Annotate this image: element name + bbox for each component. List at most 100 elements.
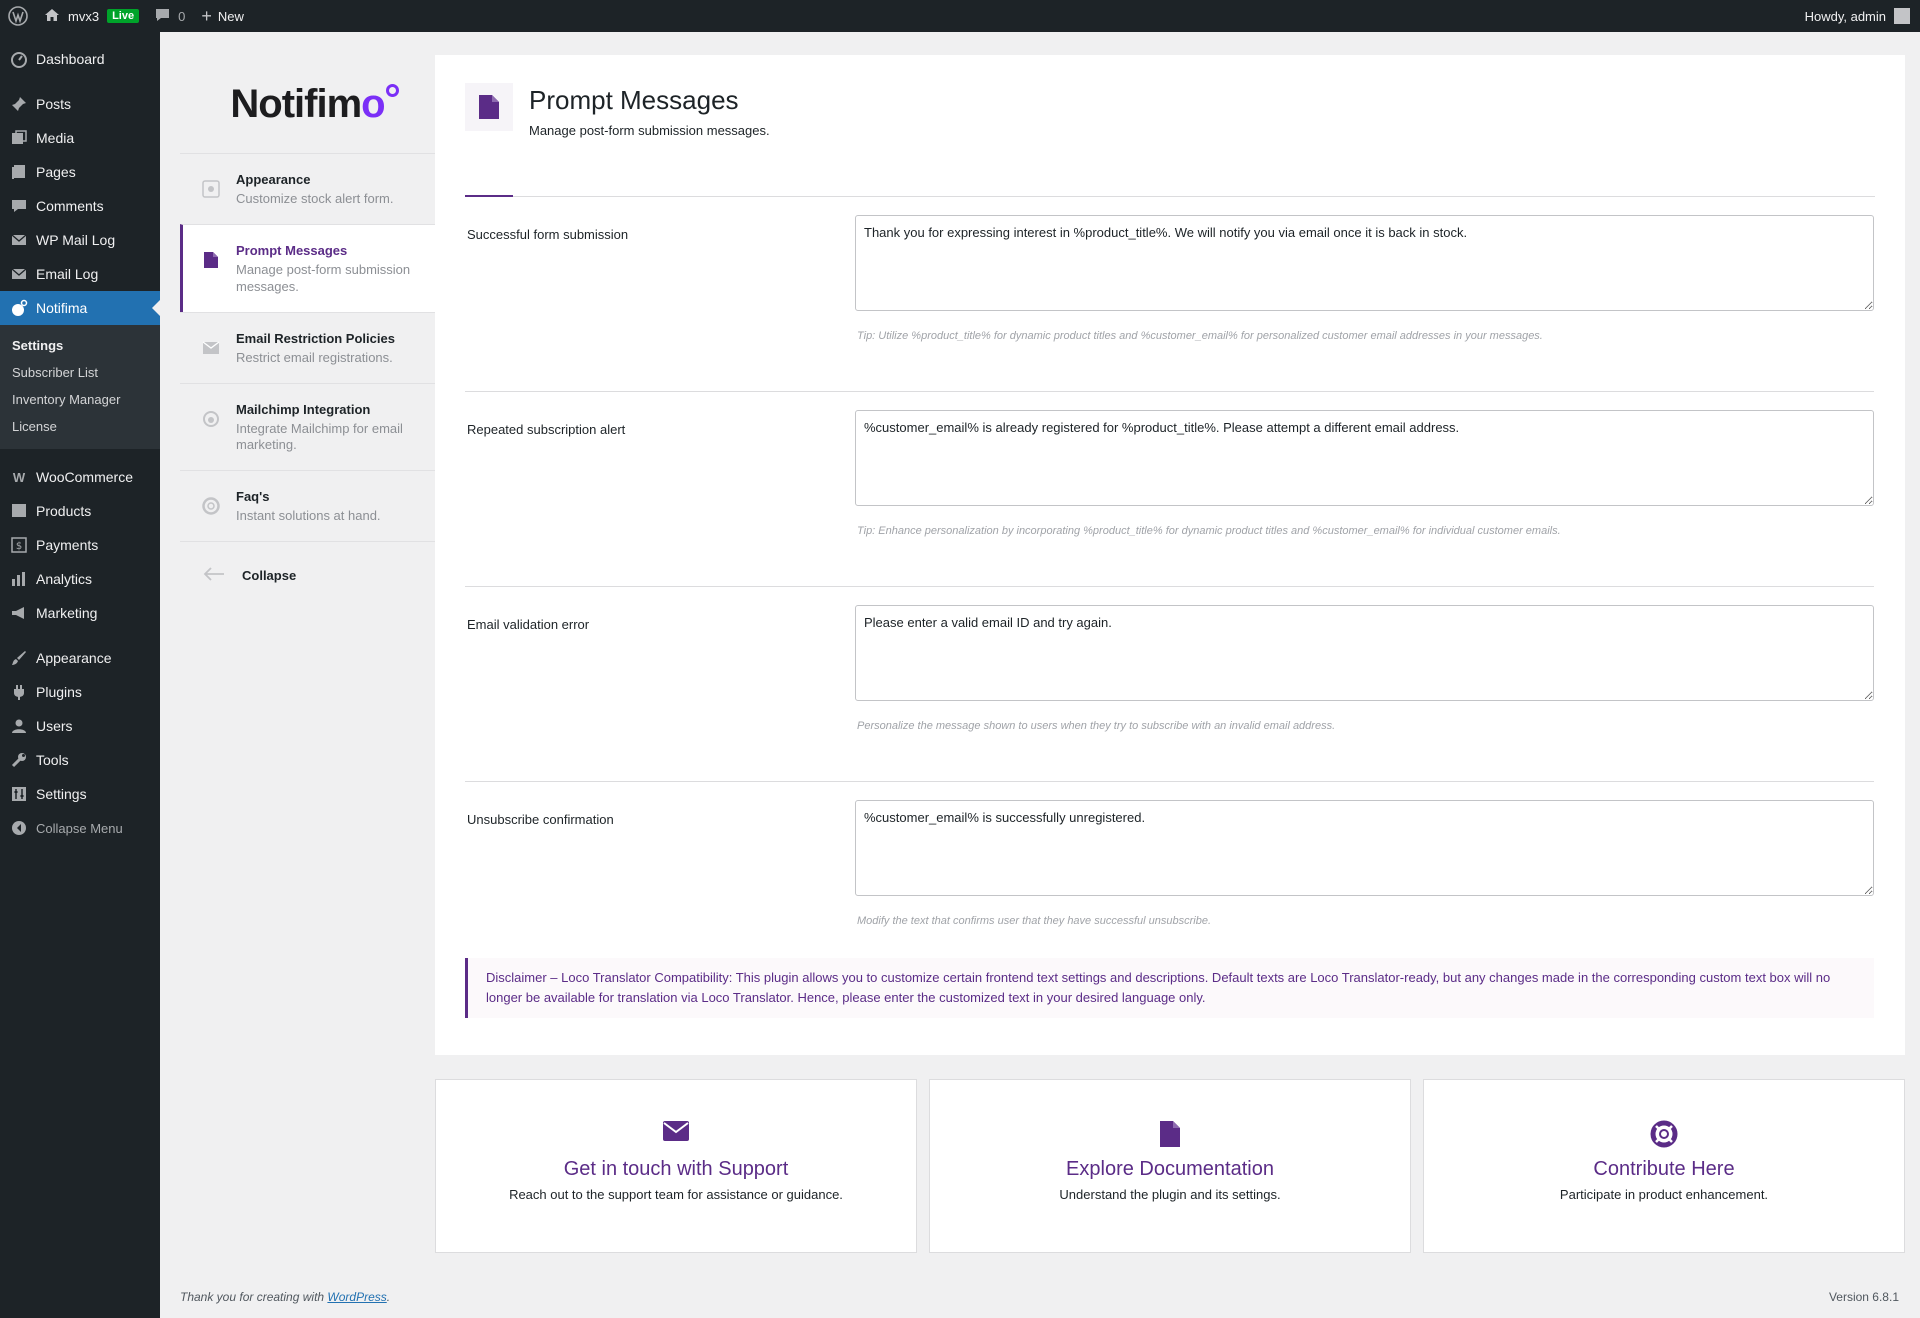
plugin-icon [10, 683, 28, 701]
field-label: Repeated subscription alert [467, 422, 626, 437]
sidebar-item-settings[interactable]: Settings [0, 777, 160, 811]
sidebar-item-posts[interactable]: Posts [0, 87, 160, 121]
settings-tab-title: Prompt Messages [236, 242, 348, 258]
footer-version: Version 6.8.1 [1828, 1290, 1899, 1304]
new-content-link[interactable]: + New [193, 0, 252, 32]
collapse-arrow-icon [10, 819, 28, 837]
wordpress-link[interactable]: WordPress [327, 1290, 386, 1304]
products-icon [10, 502, 28, 520]
sidebar-item-analytics[interactable]: Analytics [0, 562, 160, 596]
home-icon [44, 8, 60, 25]
field-tip: Tip: Enhance personalization by incorpor… [857, 525, 1561, 537]
email-validation-textarea[interactable]: Please enter a valid email ID and try ag… [855, 605, 1874, 701]
envelope-icon [202, 339, 220, 357]
field-row-validation: Email validation error Please enter a va… [465, 587, 1874, 782]
pin-icon [10, 95, 28, 113]
settings-nav-collapse-button[interactable]: Collapse [180, 541, 435, 608]
notifima-settings: Notifimo Appearance Customize stock aler… [180, 55, 1905, 1055]
settings-tab-email-restriction[interactable]: Email Restriction Policies Restrict emai… [180, 311, 435, 383]
sidebar-item-media[interactable]: Media [0, 121, 160, 155]
settings-nav: Notifimo Appearance Customize stock aler… [180, 55, 435, 1055]
card-title[interactable]: Contribute Here [1424, 1158, 1904, 1181]
sidebar-item-label: Posts [36, 96, 72, 112]
sidebar-item-appearance[interactable]: Appearance [0, 641, 160, 675]
footer-thanks: Thank you for creating with WordPress. [180, 1290, 390, 1304]
sidebar-item-plugins[interactable]: Plugins [0, 675, 160, 709]
repeated-subscription-textarea[interactable]: %customer_email% is already registered f… [855, 410, 1874, 506]
lifebuoy-icon [202, 497, 220, 516]
sidebar-item-woocommerce[interactable]: W WooCommerce [0, 460, 160, 494]
sidebar-item-label: Marketing [36, 605, 98, 621]
admin-sidebar: Dashboard Posts Media Pages Comments WP … [0, 32, 160, 1318]
settings-tab-appearance[interactable]: Appearance Customize stock alert form. [180, 153, 435, 224]
field-label: Successful form submission [467, 227, 629, 242]
settings-tab-mailchimp[interactable]: Mailchimp Integration Integrate Mailchim… [180, 382, 435, 471]
submenu-item-subscriber-list[interactable]: Subscriber List [0, 359, 160, 386]
submenu-item-settings[interactable]: Settings [0, 332, 160, 359]
sidebar-item-notifima[interactable]: Notifima [0, 291, 160, 325]
greeting: Howdy, admin [1804, 8, 1886, 24]
sidebar-item-payments[interactable]: $ Payments [0, 528, 160, 562]
account-link[interactable]: Howdy, admin [1797, 0, 1920, 32]
comment-icon [10, 197, 28, 215]
sidebar-item-label: Media [36, 130, 75, 146]
brand-name-end: o [361, 81, 385, 126]
sidebar-item-comments[interactable]: Comments [0, 189, 160, 223]
field-tip: Modify the text that confirms user that … [857, 915, 1212, 927]
sidebar-item-dashboard[interactable]: Dashboard [0, 42, 160, 76]
contribute-card[interactable]: Contribute Here Participate in product e… [1423, 1079, 1905, 1253]
sidebar-item-label: WP Mail Log [36, 232, 116, 248]
sidebar-item-wp-mail-log[interactable]: WP Mail Log [0, 223, 160, 257]
submenu-item-license[interactable]: License [0, 413, 160, 440]
new-label: New [217, 8, 244, 24]
field-tip: Tip: Utilize %product_title% for dynamic… [857, 330, 1543, 342]
sidebar-item-label: Comments [36, 198, 104, 214]
mailchimp-icon [202, 410, 220, 428]
sidebar-item-products[interactable]: Products [0, 494, 160, 528]
support-card[interactable]: Get in touch with Support Reach out to t… [435, 1079, 917, 1253]
help-cards: Get in touch with Support Reach out to t… [435, 1079, 1905, 1253]
settings-tab-faqs[interactable]: Faq's Instant solutions at hand. [180, 470, 435, 541]
marketing-icon [10, 604, 28, 622]
sidebar-item-label: Settings [36, 786, 87, 802]
unsubscribe-textarea[interactable]: %customer_email% is successfully unregis… [855, 800, 1874, 896]
sidebar-item-email-log[interactable]: Email Log [0, 257, 160, 291]
svg-text:$: $ [16, 541, 22, 552]
documentation-card[interactable]: Explore Documentation Understand the plu… [929, 1079, 1411, 1253]
card-title[interactable]: Get in touch with Support [436, 1158, 916, 1181]
sidebar-item-tools[interactable]: Tools [0, 743, 160, 777]
admin-bar: mvx3 Live 0 + New Howdy, admin [0, 0, 1920, 32]
sidebar-item-pages[interactable]: Pages [0, 155, 160, 189]
card-title[interactable]: Explore Documentation [930, 1158, 1410, 1181]
settings-tab-prompt-messages[interactable]: Prompt Messages Manage post-form submiss… [180, 223, 435, 312]
media-icon [10, 129, 28, 147]
collapse-menu-button[interactable]: Collapse Menu [0, 811, 160, 845]
avatar [1894, 8, 1910, 24]
sidebar-item-label: Pages [36, 164, 76, 180]
collapse-label: Collapse [242, 567, 297, 583]
sidebar-item-label: Email Log [36, 266, 99, 282]
settings-tab-title: Appearance [236, 172, 311, 187]
settings-tab-title: Email Restriction Policies [236, 330, 395, 346]
brand-name: Notifim [230, 81, 362, 126]
disclaimer-notice: Disclaimer – Loco Translator Compatibili… [465, 958, 1874, 1019]
submenu-item-inventory-manager[interactable]: Inventory Manager [0, 386, 160, 413]
sidebar-item-marketing[interactable]: Marketing [0, 596, 160, 630]
site-name-link[interactable]: mvx3 Live [36, 0, 147, 32]
field-tip: Personalize the message shown to users w… [857, 720, 1336, 732]
sidebar-item-label: Analytics [36, 571, 93, 587]
brand-dot-icon [385, 83, 399, 97]
plus-icon: + [201, 5, 212, 26]
comments-count: 0 [178, 8, 186, 24]
comment-icon [155, 8, 170, 25]
user-icon [10, 717, 28, 735]
analytics-icon [10, 570, 28, 588]
comments-link[interactable]: 0 [147, 0, 193, 32]
settings-tab-title: Faq's [236, 489, 270, 505]
card-desc: Reach out to the support team for assist… [509, 1187, 843, 1202]
wordpress-logo-icon[interactable] [0, 0, 36, 32]
document-icon [930, 1120, 1410, 1150]
success-message-textarea[interactable]: Thank you for expressing interest in %pr… [855, 215, 1874, 311]
sidebar-item-users[interactable]: Users [0, 709, 160, 743]
field-row-success: Successful form submission Thank you for… [465, 197, 1874, 392]
